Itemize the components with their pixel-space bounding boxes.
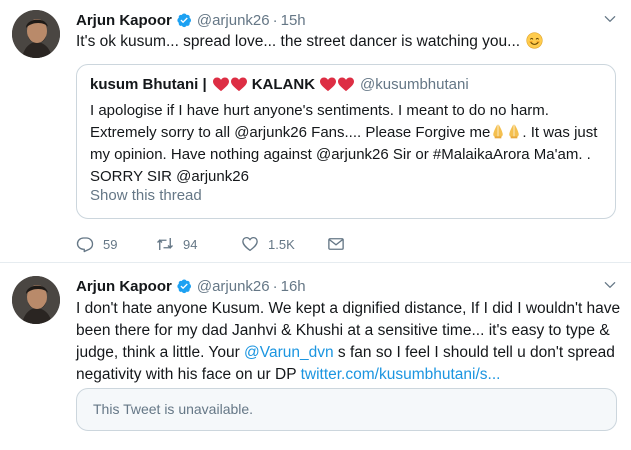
author-name[interactable]: Arjun Kapoor <box>76 12 172 29</box>
like-button[interactable]: 1.5K <box>241 235 327 253</box>
folded-hands-emoji <box>509 124 520 139</box>
tweet-text-segment: negativity with his face on ur DP <box>76 366 301 383</box>
heart-icon <box>242 236 258 252</box>
tweet-1[interactable]: Arjun Kapoor @arjunk26 · 15h It's ok kus… <box>0 0 631 263</box>
quoted-author-name[interactable]: kusum Bhutani | <box>90 76 207 93</box>
red-heart-emoji <box>212 77 229 92</box>
reply-button[interactable]: 59 <box>76 235 156 253</box>
like-count: 1.5K <box>268 236 295 252</box>
quoted-text-segment: Fans.... Please Forgive me <box>306 124 491 141</box>
avatar[interactable] <box>12 10 60 58</box>
red-heart-emoji <box>230 77 247 92</box>
author-handle[interactable]: @arjunk26 <box>197 278 270 295</box>
unavailable-message: This Tweet is unavailable. <box>93 401 254 417</box>
retweet-button[interactable]: 94 <box>156 235 241 253</box>
tweet-2[interactable]: Arjun Kapoor @arjunk26 · 16h I don't hat… <box>0 264 631 450</box>
unavailable-tweet-card: This Tweet is unavailable. <box>76 388 617 431</box>
tweet-text-content: It's ok kusum... spread love... the stre… <box>76 33 521 50</box>
reply-count: 59 <box>103 236 118 252</box>
mention-link[interactable]: @arjunk26 <box>234 124 307 141</box>
retweet-icon <box>157 238 173 250</box>
quoted-author-name-suffix: KALANK <box>251 76 316 93</box>
tweet-text: It's ok kusum... spread love... the stre… <box>76 31 621 53</box>
chevron-down-icon[interactable] <box>603 12 617 26</box>
quoted-author-handle[interactable]: @kusumbhutani <box>360 76 469 93</box>
avatar[interactable] <box>12 276 60 324</box>
quoted-text-line: I apologise if I have hurt anyone's sent… <box>90 102 549 119</box>
author-handle[interactable]: @arjunk26 <box>197 12 270 29</box>
tweet-text-line: I don't hate anyone Kusum. We kept a dig… <box>76 300 621 317</box>
verified-badge-icon <box>177 13 191 28</box>
separator: · <box>272 277 278 295</box>
quoted-tweet[interactable]: kusum Bhutani | KALANK @kusumbhutani I a… <box>76 64 616 219</box>
author-name[interactable]: Arjun Kapoor <box>76 278 172 295</box>
tweet-text-segment: judge, think a little. Your <box>76 344 245 361</box>
tweet-divider <box>0 262 631 263</box>
red-heart-emoji <box>338 77 355 92</box>
tweet-actions: 59 94 1.5K <box>76 232 345 256</box>
folded-hands-emoji <box>493 124 504 139</box>
show-thread-link[interactable]: Show this thread <box>90 187 202 204</box>
tweet-text-segment: s fan so I feel I should tell u don't sp… <box>333 344 615 361</box>
quoted-tweet-text: I apologise if I have hurt anyone's sent… <box>90 100 605 188</box>
separator: · <box>272 11 278 29</box>
tweet-header: Arjun Kapoor @arjunk26 · 15h <box>76 10 306 30</box>
smiling-face-emoji <box>526 32 543 49</box>
verified-badge-icon <box>177 279 191 294</box>
tweet-text-line: judge, think a little. Your @Varun_dvn s… <box>76 342 621 364</box>
url-link[interactable]: twitter.com/kusumbhutani/s... <box>301 366 501 383</box>
quoted-text-line: my opinion. Have nothing against @arjunk… <box>90 146 591 163</box>
direct-message-icon <box>328 238 344 250</box>
tweet-text-line: negativity with his face on ur DP twitte… <box>76 364 621 386</box>
reply-icon <box>76 237 94 253</box>
mention-link[interactable]: @Varun_dvn <box>244 344 334 361</box>
quoted-text-line: SORRY SIR @arjunk26 <box>90 168 249 185</box>
tweet-header: Arjun Kapoor @arjunk26 · 16h <box>76 276 306 296</box>
timestamp[interactable]: 16h <box>281 278 306 295</box>
quoted-text-segment: Extremely sorry to all <box>90 124 235 141</box>
quoted-text-line: Extremely sorry to all @arjunk26 Fans...… <box>90 122 605 144</box>
direct-message-button[interactable] <box>327 235 345 253</box>
red-heart-emoji <box>320 77 337 92</box>
tweet-text-line: been there for my dad Janhvi & Khushi at… <box>76 322 610 339</box>
tweet-text: I don't hate anyone Kusum. We kept a dig… <box>76 298 621 386</box>
quoted-tweet-header: kusum Bhutani | KALANK @kusumbhutani <box>90 76 469 93</box>
timestamp[interactable]: 15h <box>281 12 306 29</box>
chevron-down-icon[interactable] <box>603 278 617 292</box>
retweet-count: 94 <box>183 236 198 252</box>
quoted-text-segment: . It was just <box>522 124 598 141</box>
